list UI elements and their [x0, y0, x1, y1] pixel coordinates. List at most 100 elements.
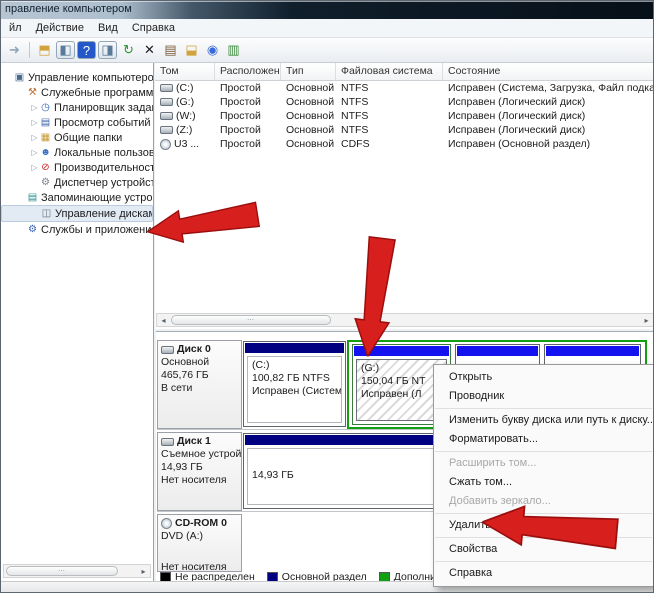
services-icon: ⚙ — [28, 224, 37, 235]
volume-row-W[interactable]: (W:) Простой Основной NTFS Исправен (Логичес… — [155, 109, 653, 123]
sidebar-scroll-right-icon[interactable]: ▸ — [137, 565, 150, 577]
context-menu-item-shrink-volume[interactable]: Сжать том... — [434, 473, 653, 492]
context-menu-item-properties[interactable]: Свойства — [434, 540, 653, 559]
expander-icon[interactable]: ▷ — [30, 118, 39, 127]
cell: Простой — [220, 124, 261, 136]
context-menu-item-extend-volume: Расширить том... — [449, 457, 537, 469]
menu-file[interactable]: йл — [2, 20, 29, 36]
volume-row-C[interactable]: (C:) Простой Основной NTFS Исправен (Система… — [155, 81, 653, 95]
sidebar-item-disk-management[interactable]: ◫ Управление дисками — [1, 205, 153, 222]
sidebar-scroll-thumb[interactable]: ⋯ — [6, 566, 118, 576]
sidebar-item-local-users-label: Локальные пользовате — [54, 146, 153, 159]
console-tree: ▣Управление компьютером (л ⚒ Служебные про… — [1, 70, 153, 237]
list-scroll-left-icon[interactable]: ◂ — [157, 314, 170, 326]
disk-0-info[interactable]: Диск 0 Основной 465,76 ГБ В сети — [157, 340, 242, 429]
column-header-2[interactable]: Расположение — [215, 63, 281, 80]
list-scroll-thumb[interactable]: ⋯ — [171, 315, 331, 325]
title-bar[interactable]: правление компьютером — [1, 1, 653, 19]
menu-action[interactable]: Действие — [29, 20, 91, 36]
cell: Исправен (Логический диск) — [448, 124, 586, 136]
disk-1-info[interactable]: Диск 1 Съемное устрой 14,93 ГБ Нет носит… — [157, 432, 242, 511]
disk-1-kind: Съемное устрой — [161, 448, 242, 460]
volume-row-G[interactable]: (G:) Простой Основной NTFS Исправен (Логичес… — [155, 95, 653, 109]
sidebar-tree-pane: ▣Управление компьютером (л ⚒ Служебные про… — [1, 63, 154, 581]
export-list-icon[interactable]: ⬒ — [35, 41, 54, 59]
expander-icon[interactable]: ▷ — [30, 163, 39, 172]
toolbar-separator — [29, 42, 30, 58]
cell: Простой — [220, 110, 261, 122]
disk-1-name: Диск 1 — [177, 435, 211, 447]
forward-arrow-icon[interactable]: ➜ — [5, 41, 24, 59]
volume-list-pane: ТомРасположениеТипФайловая системаСостоя… — [155, 63, 653, 329]
volume-list-header: ТомРасположениеТипФайловая системаСостоя… — [155, 63, 653, 81]
menu-separator — [435, 537, 652, 538]
cell: Простой — [220, 82, 261, 94]
drive-icon — [160, 126, 173, 134]
console-window-icon[interactable]: ◨ — [98, 41, 117, 59]
column-header-4[interactable]: Файловая система — [336, 63, 443, 80]
sidebar-item-shared-folders-label: Общие папки — [54, 131, 123, 144]
volume-c-segment[interactable]: (C:) 100,82 ГБ NTFS Исправен (Систем — [243, 341, 346, 427]
context-menu-item-delete-volume[interactable]: Удалить том... — [434, 516, 653, 535]
sidebar-h-scrollbar[interactable]: ⋯ ▸ — [3, 564, 151, 578]
sidebar-item-computer-management[interactable]: ▣Управление компьютером (л — [1, 70, 153, 85]
cdrom-0-info[interactable]: CD-ROM 0 DVD (A:) Нет носителя — [157, 514, 242, 572]
drive-icon — [160, 98, 173, 106]
rescan-disks-icon[interactable]: ▥ — [224, 41, 243, 59]
sidebar-item-performance[interactable]: ▷ ⊘ Производительность — [1, 160, 153, 175]
cd-icon — [160, 138, 171, 150]
context-menu-item-explorer[interactable]: Проводник — [434, 387, 653, 406]
sidebar-item-storage[interactable]: ▤Запоминающие устройст — [1, 190, 153, 205]
sidebar-item-event-viewer[interactable]: ▷ ▤ Просмотр событий — [1, 115, 153, 130]
expander-icon[interactable]: ▷ — [30, 148, 39, 157]
column-header-3[interactable]: Тип — [281, 63, 336, 80]
volume-row-Z[interactable]: (Z:) Простой Основной NTFS Исправен (Логичес… — [155, 123, 653, 137]
cell: Основной — [286, 110, 335, 122]
sidebar-item-services[interactable]: ⚙ Службы и приложения — [1, 222, 153, 237]
volume-list-h-scrollbar[interactable]: ◂ ⋯ ▸ — [156, 313, 653, 327]
disk-1-status: Нет носителя — [161, 474, 227, 486]
show-hide-tree-icon[interactable]: ◧ — [56, 41, 75, 59]
open-folder-icon[interactable]: ⬓ — [182, 41, 201, 59]
cell: Основной — [286, 124, 335, 136]
list-scroll-right-icon[interactable]: ▸ — [640, 314, 653, 326]
context-menu-item-format[interactable]: Форматировать... — [434, 430, 653, 449]
delete-icon[interactable]: ✕ — [140, 41, 159, 59]
sidebar-item-shared-folders[interactable]: ▷ ▦ Общие папки — [1, 130, 153, 145]
context-menu-item-change-drive-letter[interactable]: Изменить букву диска или путь к диску... — [434, 411, 653, 430]
device-manager-icon: ⚙ — [41, 177, 50, 188]
expander-icon[interactable]: ▷ — [30, 133, 39, 142]
column-header-1[interactable]: Том — [155, 63, 215, 80]
sidebar-item-disk-management-label: Управление дисками — [55, 207, 153, 220]
context-menu-item-open[interactable]: Открыть — [434, 368, 653, 387]
volume-row-U3[interactable]: U3 ... Простой Основной CDFS Исправен (Основ… — [155, 137, 653, 151]
cell: NTFS — [341, 110, 369, 122]
context-menu-item-help[interactable]: Справка — [434, 564, 653, 583]
menu-bar: йл Действие Вид Справка — [1, 19, 653, 38]
menu-separator — [435, 408, 652, 409]
tools-icon: ⚒ — [28, 87, 37, 98]
sidebar-item-task-scheduler[interactable]: ▷◷ Планировщик заданий — [1, 100, 153, 115]
volume-c-body: (C:) 100,82 ГБ NTFS Исправен (Систем — [247, 356, 342, 423]
cell: Основной — [286, 82, 335, 94]
sidebar-item-device-manager[interactable]: ⚙ Диспетчер устройств — [1, 175, 153, 190]
cell: CDFS — [341, 138, 370, 150]
help-icon[interactable]: ? — [77, 41, 96, 59]
sidebar-item-performance-label: Производительность — [54, 161, 153, 174]
volume-w-bar — [457, 346, 538, 356]
cell: Основной — [286, 96, 335, 108]
cell: Исправен (Логический диск) — [448, 110, 586, 122]
column-header-5[interactable]: Состояние — [443, 63, 653, 80]
sidebar-item-local-users[interactable]: ▷☻Локальные пользовате — [1, 145, 153, 160]
properties-icon[interactable]: ▤ — [161, 41, 180, 59]
expander-icon[interactable]: ▷ — [30, 103, 39, 112]
menu-help[interactable]: Справка — [125, 20, 182, 36]
cell: (G:) — [155, 96, 215, 108]
cell: U3 ... — [155, 138, 215, 150]
sidebar-item-services-label: Службы и приложения — [41, 223, 153, 236]
menu-view[interactable]: Вид — [91, 20, 125, 36]
sidebar-item-system-tools-label: Служебные программы — [41, 86, 153, 99]
refresh-icon[interactable]: ↻ — [119, 41, 138, 59]
find-icon[interactable]: ◉ — [203, 41, 222, 59]
sidebar-item-system-tools[interactable]: ⚒ Служебные программы — [1, 85, 153, 100]
